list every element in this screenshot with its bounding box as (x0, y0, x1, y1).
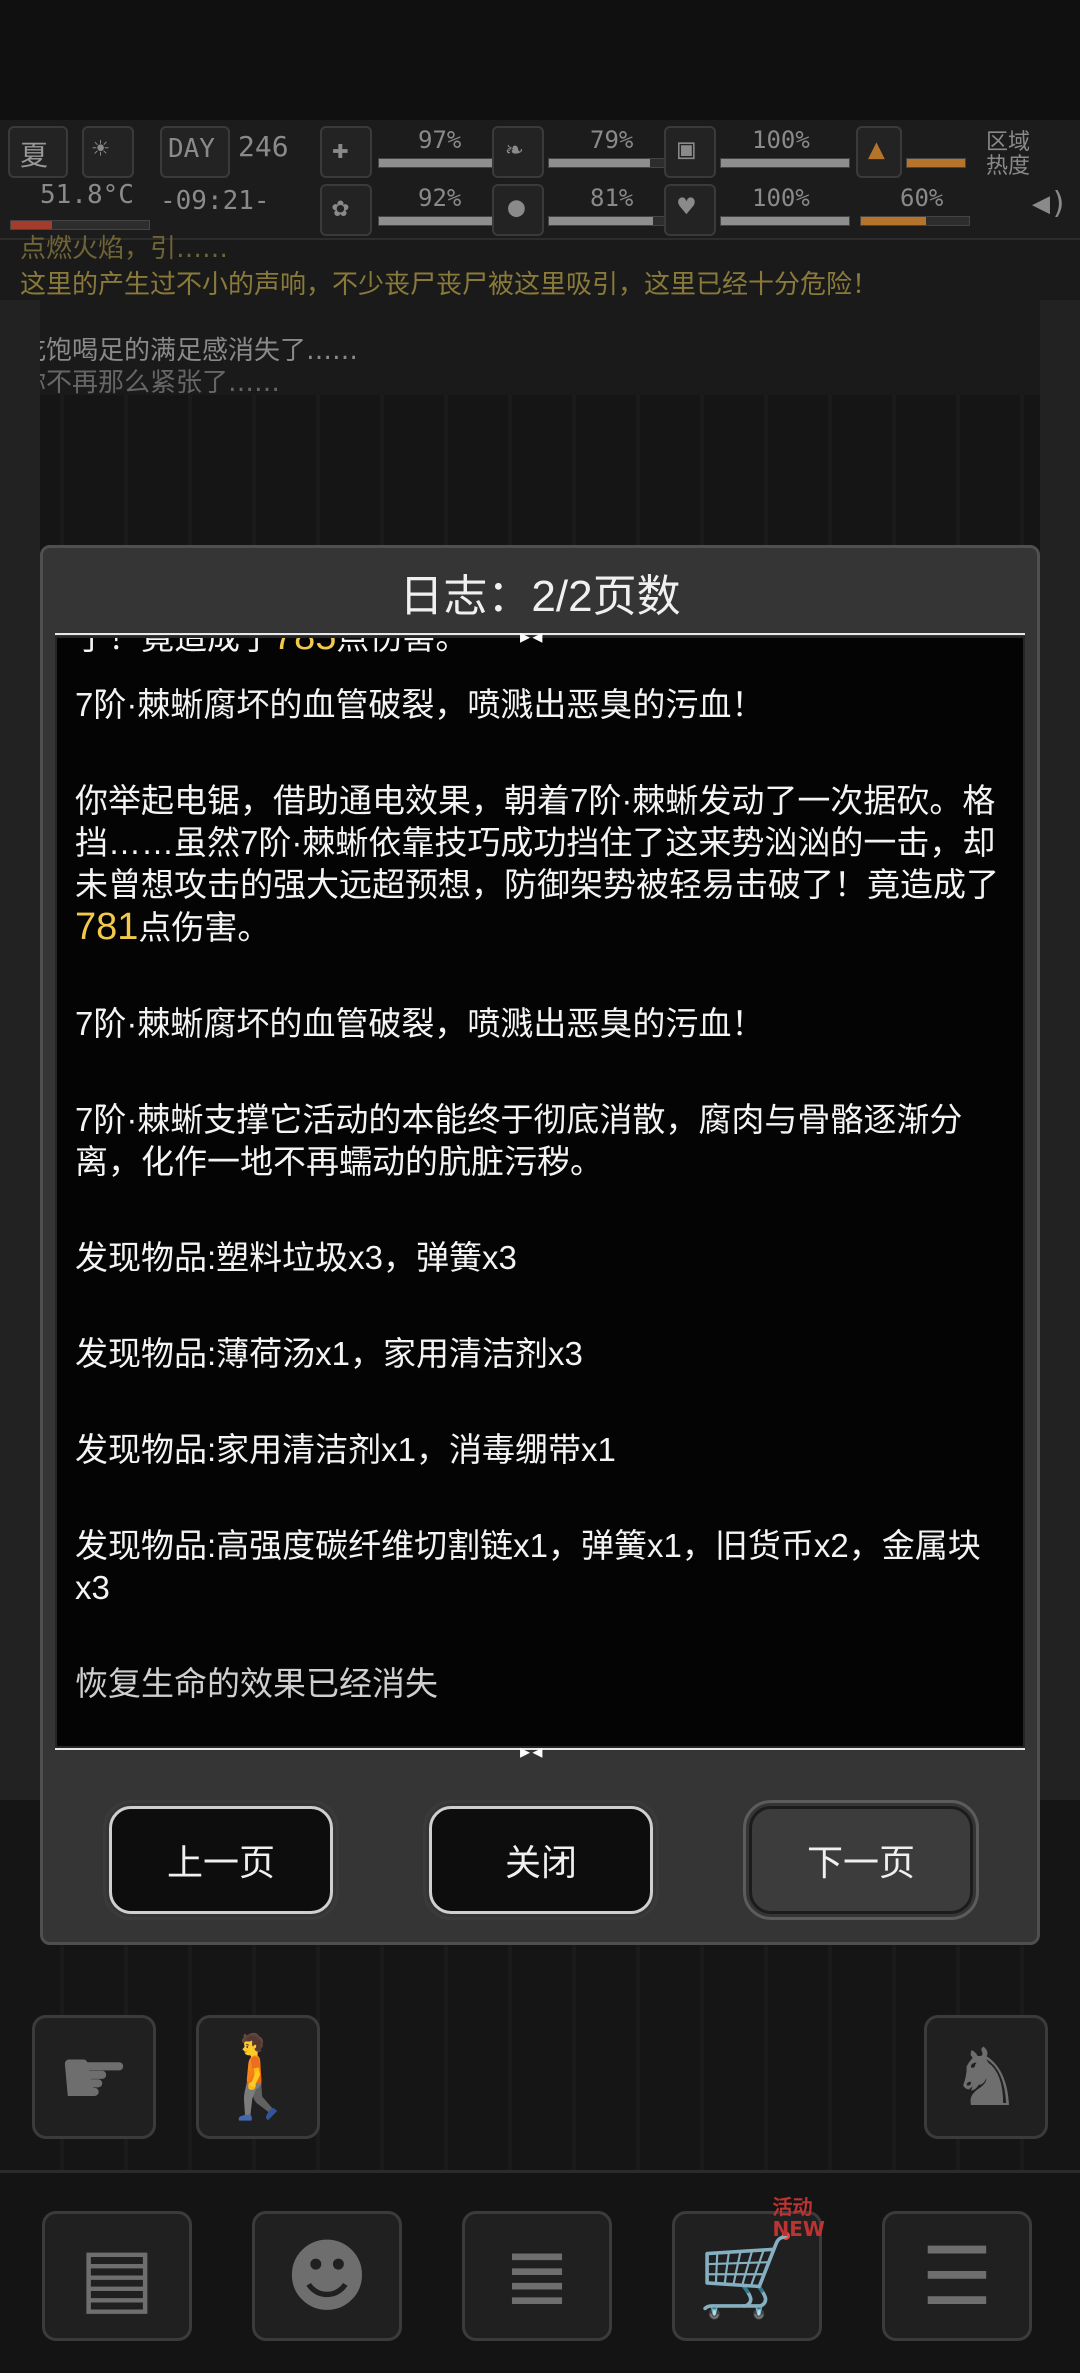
walk-icon: 🚶 (208, 2030, 308, 2123)
bg-message-0: 点燃火焰，引…… (20, 234, 229, 264)
speaker-icon[interactable]: ◀) (1032, 186, 1068, 221)
thirst-value: 81% (590, 184, 634, 212)
hunger-bar (548, 158, 678, 168)
log-entry: 你举起电锯，借助通电效果，朝着7阶·棘蜥发动了一次据砍。格挡……虽然7阶·棘蜥依… (57, 780, 1023, 949)
medkit-icon: ✚ (320, 126, 372, 178)
log-button[interactable]: ≣ (462, 2211, 612, 2341)
zone-heat-label: 区域 热度 (986, 129, 1031, 178)
brain-icon: ✿ (320, 184, 372, 236)
soldier-icon: ♞ (950, 2030, 1022, 2124)
temperature-text: 51.8°C (40, 180, 134, 210)
bottom-divider: ▸ ◂ (55, 1739, 1025, 1763)
event-new-badge: 活动 NEW (772, 2195, 825, 2241)
notebook-icon: ≣ (503, 2229, 571, 2323)
list-menu-icon: ☰ (921, 2229, 993, 2323)
heart-bar (720, 216, 850, 226)
combat-button[interactable]: ♞ (924, 2015, 1048, 2139)
dialog-title: 日志：2/2页数 (399, 572, 681, 621)
left-side-panel (0, 300, 40, 1800)
day-label: DAY (168, 134, 215, 164)
log-text: 点伤害。 (138, 909, 271, 946)
speed-bar (906, 158, 966, 168)
brain-head-icon: ☻ (285, 2229, 369, 2323)
menu-button[interactable]: ☰ (882, 2211, 1032, 2341)
log-entry: 7阶·棘蜥腐坏的血管破裂，喷溅出恶臭的污血！ (75, 1005, 765, 1042)
log-entry: 7阶·棘蜥支撑它活动的本能终于彻底消散，腐肉与骨骼逐渐分离，化作一地不再蠕动的肮… (75, 1101, 963, 1180)
heart-value: 100% (752, 184, 810, 212)
bg-message-1: 这里的产生过不小的声响，不少丧尸丧尸被这里吸引，这里已经十分危险！ (20, 270, 879, 300)
close-button[interactable]: 关闭 (423, 1800, 659, 1920)
shop-button[interactable]: 🛒 活动 NEW (672, 2196, 825, 2341)
prev-page-button[interactable]: 上一页 (103, 1800, 339, 1920)
chest-icon: ▤ (79, 2229, 155, 2323)
log-text: 你举起电锯，借助通电效果，朝着7阶·棘蜥发动了一次据砍。格挡……虽然7阶·棘蜥依… (75, 782, 999, 903)
season-label: 夏 (20, 139, 49, 172)
fatigue-value: 60% (900, 184, 944, 212)
heart-icon: ♥ (664, 184, 716, 236)
damage-number: 781 (75, 906, 139, 948)
log-entry: 发现物品:家用清洁剂x1，消毒绷带x1 (75, 1431, 616, 1468)
clock-text: -09:21- (160, 186, 270, 216)
thirst-bar (548, 216, 678, 226)
arrow-markers-icon: ▸ ◂ (520, 624, 542, 648)
log-entry: 7阶·棘蜥腐坏的血管破裂，喷溅出恶臭的污血！ (75, 686, 765, 723)
season-cell: 夏 (8, 126, 68, 178)
next-page-button[interactable]: 下一页 (743, 1800, 979, 1920)
fatigue-bar (860, 216, 970, 226)
hunger-value: 79% (590, 126, 634, 154)
sun-icon: ☀ (82, 126, 134, 178)
stamina-bar (720, 158, 850, 168)
day-number: 246 (238, 130, 289, 163)
log-dialog: 日志：2/2页数 了！竟造成了785点伤害。 7阶·棘蜥腐坏的血管破裂，喷溅出恶… (40, 545, 1040, 1945)
pill-icon: ▣ (664, 126, 716, 178)
mood-value: 92% (418, 184, 462, 212)
skills-button[interactable]: ☻ (252, 2211, 402, 2341)
interact-button[interactable]: ☛ (32, 2015, 156, 2139)
bg-message-3: 你不再那么紧张了…… (20, 368, 281, 398)
arrow-markers-icon: ▸ ◂ (520, 1739, 542, 1763)
log-entry: 恢复生命的效果已经消失 (75, 1665, 438, 1702)
inventory-button[interactable]: ▤ (42, 2211, 192, 2341)
boot-icon: ▲ (856, 126, 902, 178)
water-drop-icon: ● (492, 184, 544, 236)
bottom-nav: ▤ ☻ ≣ 🛒 活动 NEW ☰ (0, 2170, 1080, 2373)
health-value: 97% (418, 126, 462, 154)
stamina-value: 100% (752, 126, 810, 154)
status-bar: 夏 ☀ 51.8°C DAY 246 -09:21- ✚ 97% ✿ 92% ❧… (0, 120, 1080, 240)
top-divider: ▸ ◂ (55, 624, 1025, 648)
hand-pointer-icon: ☛ (58, 2030, 130, 2124)
log-entry: 发现物品:塑料垃圾x3，弹簧x3 (75, 1239, 517, 1276)
right-side-panel (1040, 300, 1080, 1800)
log-scroll-area[interactable]: 了！竟造成了785点伤害。 7阶·棘蜥腐坏的血管破裂，喷溅出恶臭的污血！ 你举起… (55, 636, 1025, 1748)
log-entry: 发现物品:高强度碳纤维切割链x1，弹簧x1，旧货币x2，金属块x3 (75, 1527, 981, 1606)
top-margin (0, 0, 1080, 128)
day-label-box: DAY (160, 126, 230, 178)
log-entry: 发现物品:薄荷汤x1，家用清洁剂x3 (75, 1335, 583, 1372)
stomach-icon: ❧ (492, 126, 544, 178)
walk-button[interactable]: 🚶 (196, 2015, 320, 2139)
